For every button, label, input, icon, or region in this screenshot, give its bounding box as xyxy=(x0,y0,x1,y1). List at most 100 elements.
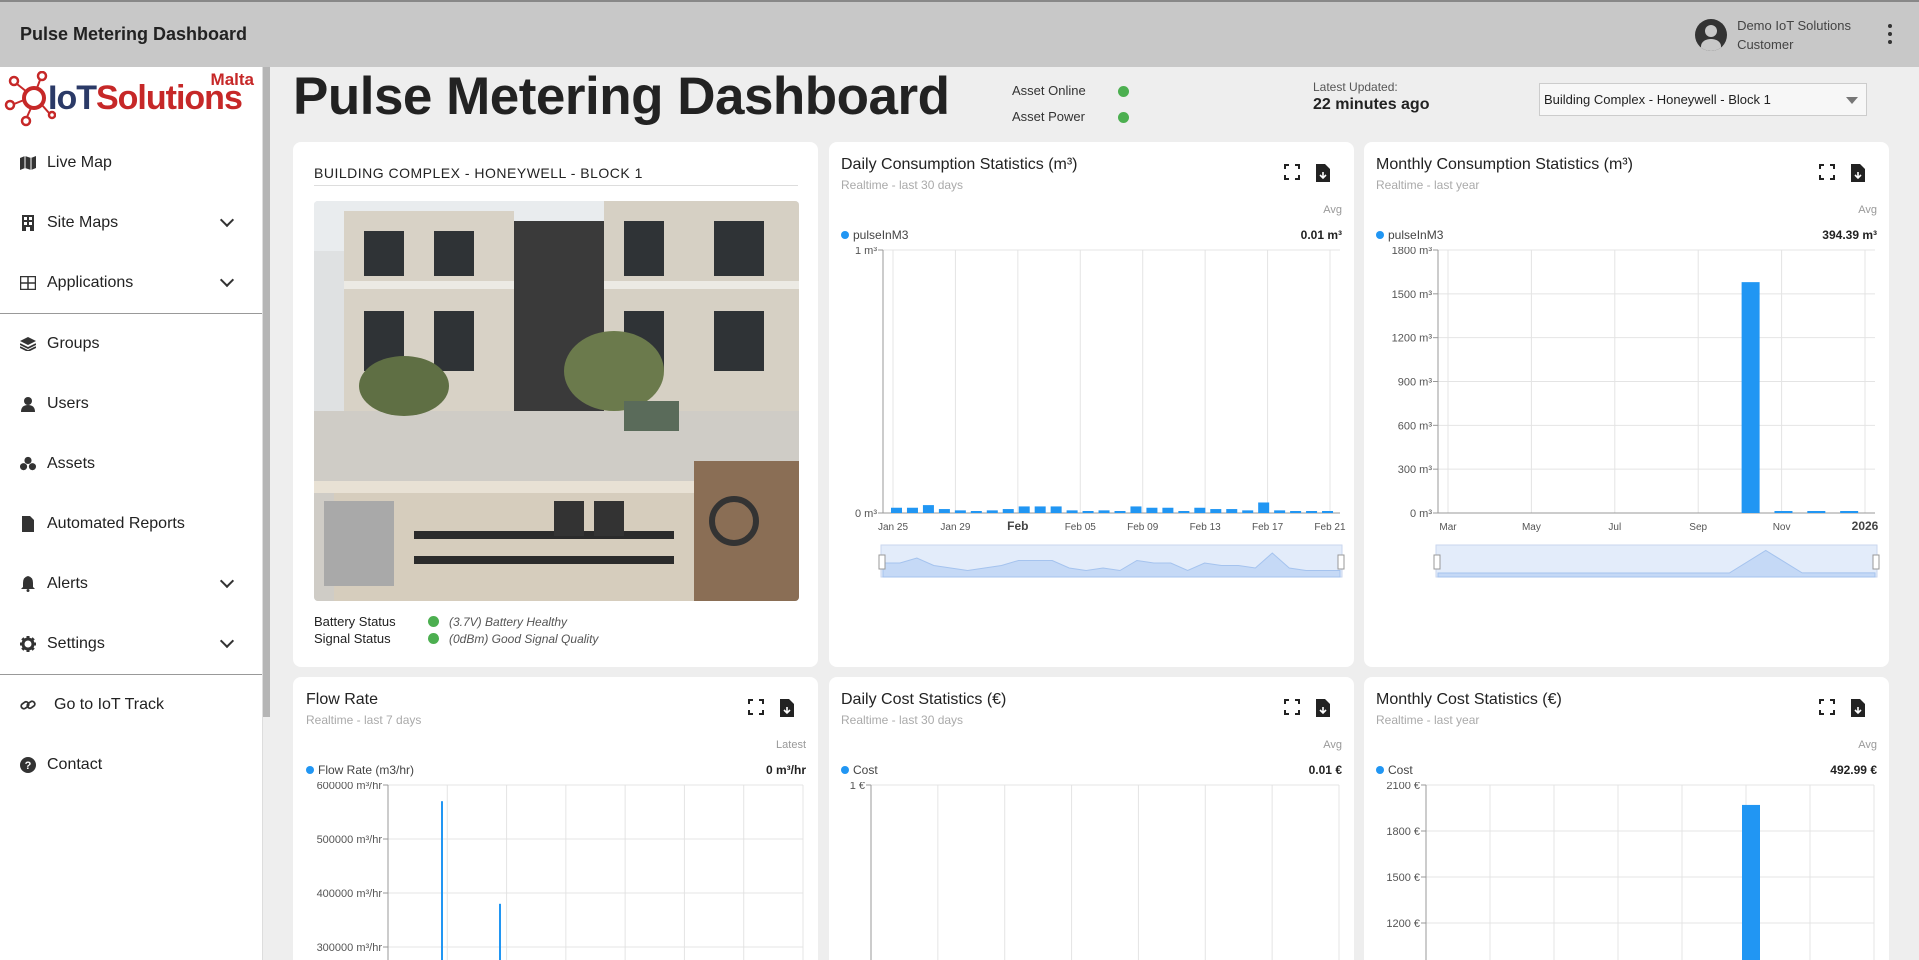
navigator-left-handle xyxy=(1433,554,1441,570)
fullscreen-icon[interactable] xyxy=(1819,699,1837,717)
legend-dot-icon xyxy=(841,766,849,774)
fullscreen-icon[interactable] xyxy=(748,699,766,717)
help-icon: ? xyxy=(20,757,36,773)
chart-legend[interactable]: Cost xyxy=(1376,763,1413,777)
sidebar-item-groups[interactable]: Groups xyxy=(0,314,262,374)
chart-agg-label: Latest xyxy=(776,739,806,751)
sidebar-item-label: Site Maps xyxy=(47,214,119,231)
chart-agg-label: Avg xyxy=(1858,204,1877,216)
sidebar-item-label: Groups xyxy=(47,335,100,352)
export-file-icon[interactable] xyxy=(1316,164,1334,182)
card-subtitle: Realtime - last 30 days xyxy=(841,178,964,192)
chart-agg-label: Avg xyxy=(1323,204,1342,216)
asset-power-label: Asset Power xyxy=(1012,109,1085,124)
y-tick-label: 1500 € xyxy=(1386,872,1420,884)
chart-legend[interactable]: pulseInM3 xyxy=(1376,228,1443,242)
legend-dot-icon xyxy=(1376,231,1384,239)
legend-label: Flow Rate (m3/hr) xyxy=(318,763,415,777)
bar xyxy=(1274,510,1286,513)
sidebar-item-assets[interactable]: Assets xyxy=(0,434,262,494)
latest-updated: Latest Updated: 22 minutes ago xyxy=(1313,80,1429,114)
x-tick-label: 2026 xyxy=(1852,519,1879,533)
card-subtitle: Realtime - last 30 days xyxy=(841,713,964,727)
monthly-consumption-chart[interactable]: 1800 m³ 1500 m³ 1200 m³ 900 m³ 600 m³ 300 m³ 0… xyxy=(1364,247,1889,667)
export-file-icon[interactable] xyxy=(1316,699,1334,717)
range-navigator xyxy=(1435,544,1878,578)
dropdown-arrow-icon[interactable] xyxy=(1846,97,1858,104)
flow-rate-chart[interactable]: 600000 m³/hr 500000 m³/hr 400000 m³/hr 3000… xyxy=(293,782,818,960)
x-tick-label: Jan 29 xyxy=(940,522,970,533)
battery-status-icon xyxy=(428,616,439,627)
legend-label: pulseInM3 xyxy=(853,228,909,242)
x-tick-label: Nov xyxy=(1773,522,1791,533)
sidebar-item-alerts[interactable]: Alerts xyxy=(0,554,262,614)
sidebar-item-go-to-iot-track[interactable]: Go to IoT Track xyxy=(0,675,262,735)
sidebar-item-users[interactable]: Users xyxy=(0,374,262,434)
sidebar-scrollbar[interactable] xyxy=(263,67,270,717)
x-tick-label: Jan 25 xyxy=(878,522,908,533)
file-icon xyxy=(20,516,36,532)
fullscreen-icon[interactable] xyxy=(1819,164,1837,182)
y-tick-label: 1500 m³ xyxy=(1392,289,1433,301)
chevron-down-icon[interactable] xyxy=(219,573,235,589)
monthly-cost-chart[interactable]: 2100 € 1800 € 1500 € 1200 € xyxy=(1364,782,1889,960)
bar xyxy=(1034,506,1046,513)
bar xyxy=(906,507,918,513)
account-icon[interactable] xyxy=(1695,19,1728,51)
chart-agg-value: 0.01 € xyxy=(1308,763,1342,777)
chevron-down-icon[interactable] xyxy=(219,272,235,288)
battery-status-value: (3.7V) Battery Healthy xyxy=(449,614,568,629)
bar xyxy=(1226,509,1238,513)
card-subtitle: Realtime - last year xyxy=(1376,713,1480,727)
legend-label: Cost xyxy=(853,763,878,777)
logo: IoTSolutions Malta xyxy=(0,67,262,133)
card-title: Monthly Consumption Statistics (m³) xyxy=(1376,156,1633,173)
sidebar-item-settings[interactable]: Settings xyxy=(0,614,262,674)
bar xyxy=(954,510,966,513)
asset-select[interactable]: Building Complex - Honeywell - Block 1 xyxy=(1539,83,1867,116)
sidebar-item-applications[interactable]: Applications xyxy=(0,253,262,313)
sidebar-item-label: Users xyxy=(47,395,89,412)
daily-consumption-chart[interactable]: 1 m³ 0 m³Jan 25 Jan 29 Feb Feb 05 Feb 09 Feb 1… xyxy=(829,247,1354,667)
x-tick-label: May xyxy=(1522,522,1541,533)
card-title: Daily Cost Statistics (€) xyxy=(841,691,1007,708)
sidebar-item-contact[interactable]: ? Contact xyxy=(0,735,262,795)
chevron-down-icon[interactable] xyxy=(219,212,235,228)
flow-rate-card: Flow Rate Realtime - last 7 days Latest … xyxy=(293,677,818,960)
export-file-icon[interactable] xyxy=(1851,164,1869,182)
more-vert-icon[interactable] xyxy=(1887,24,1893,44)
bar xyxy=(1840,511,1859,513)
sidebar-item-label: Live Map xyxy=(47,154,112,171)
y-tick-label: 0 m³ xyxy=(855,508,877,520)
fullscreen-icon[interactable] xyxy=(1284,164,1302,182)
signal-status-icon xyxy=(428,633,439,644)
export-file-icon[interactable] xyxy=(780,699,798,717)
battery-status-label: Battery Status xyxy=(314,614,396,629)
user-menu[interactable]: Demo IoT Solutions Customer xyxy=(1695,16,1851,54)
bell-icon xyxy=(20,576,36,592)
latest-updated-label: Latest Updated: xyxy=(1313,80,1398,94)
export-file-icon[interactable] xyxy=(1851,699,1869,717)
bar xyxy=(1130,506,1142,513)
y-tick-label: 600 m³ xyxy=(1398,420,1433,432)
chart-legend[interactable]: pulseInM3 xyxy=(841,228,908,242)
bar xyxy=(1146,507,1158,513)
chart-legend[interactable]: Flow Rate (m3/hr) xyxy=(306,763,414,777)
sidebar: IoTSolutions Malta Live Map Site Maps Ap… xyxy=(0,67,263,960)
sidebar-item-automated-reports[interactable]: Automated Reports xyxy=(0,494,262,554)
bar xyxy=(1210,509,1222,513)
svg-text:?: ? xyxy=(25,760,32,772)
sidebar-item-site-maps[interactable]: Site Maps xyxy=(0,193,262,253)
fullscreen-icon[interactable] xyxy=(1284,699,1302,717)
y-tick-label: 1 m³ xyxy=(855,247,877,257)
chart-legend[interactable]: Cost xyxy=(841,763,878,777)
bar xyxy=(1066,510,1078,513)
daily-cost-chart[interactable]: 1 € xyxy=(829,782,1354,960)
chevron-down-icon[interactable] xyxy=(219,633,235,649)
x-tick-label: Feb 17 xyxy=(1252,522,1284,533)
sidebar-item-live-map[interactable]: Live Map xyxy=(0,133,262,193)
x-tick-label: Feb 13 xyxy=(1190,522,1222,533)
sidebar-item-label: Alerts xyxy=(47,575,88,592)
battery-status: Battery Status (3.7V) Battery Healthy xyxy=(314,614,567,629)
chart-agg-value: 492.99 € xyxy=(1830,763,1877,777)
